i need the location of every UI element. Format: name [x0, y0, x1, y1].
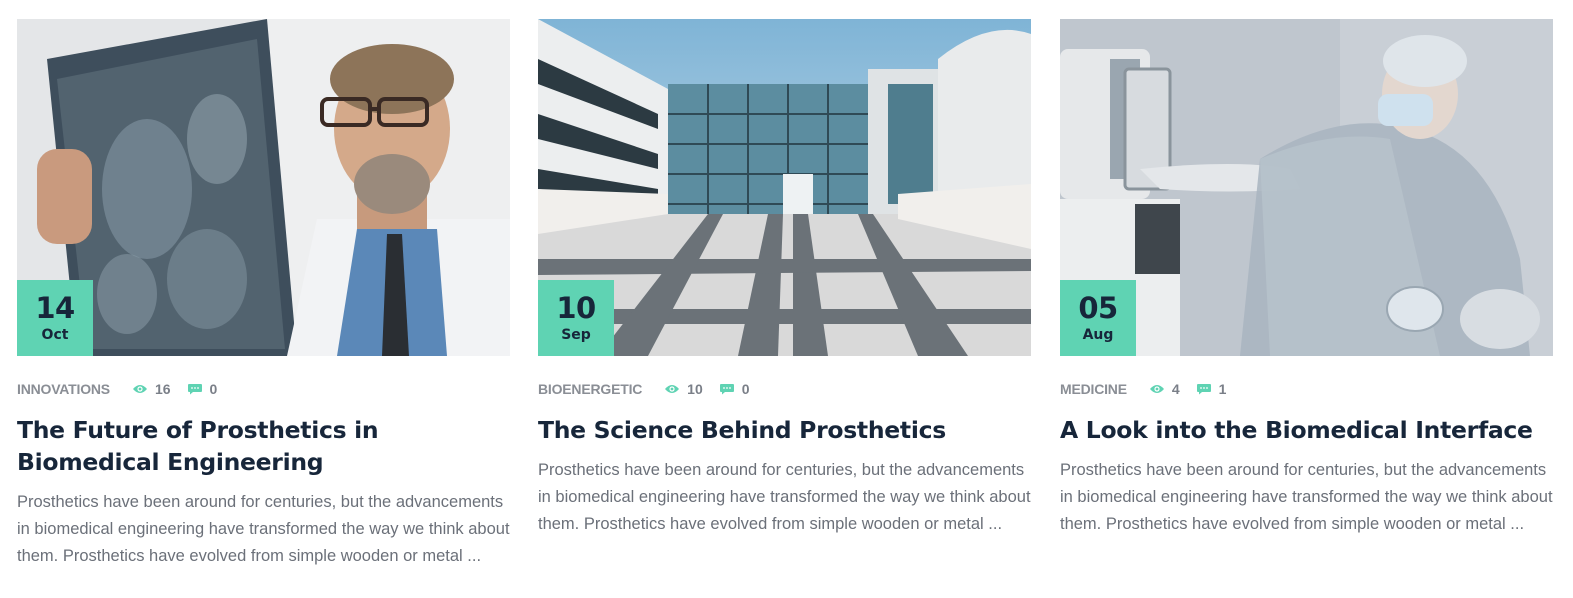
post-comments-count: 0	[209, 381, 218, 397]
post-thumbnail-link[interactable]: 05 Aug	[1060, 19, 1553, 356]
eye-icon	[132, 383, 148, 395]
post-comments-count: 0	[741, 381, 750, 397]
post-comments: 1	[1196, 381, 1227, 397]
post-meta: BIOENERGETIC 10 0	[538, 380, 1031, 398]
post-title-link[interactable]: The Future of Prosthetics in Biomedical …	[17, 414, 510, 478]
post-excerpt: Prosthetics have been around for centuri…	[17, 493, 510, 565]
post-title-link[interactable]: The Science Behind Prosthetics	[538, 414, 1031, 446]
post-comments: 0	[187, 381, 218, 397]
post-date-month: Sep	[561, 327, 591, 343]
post-card: 14 Oct INNOVATIONS 16 0 The Future of Pr…	[17, 19, 510, 570]
post-date-month: Oct	[41, 327, 69, 343]
eye-icon	[664, 383, 680, 395]
post-category-link[interactable]: BIOENERGETIC	[538, 381, 642, 397]
post-category-link[interactable]: INNOVATIONS	[17, 381, 110, 397]
post-views-count: 10	[687, 381, 703, 397]
post-meta: INNOVATIONS 16 0	[17, 380, 510, 398]
post-card: 05 Aug MEDICINE 4 1 A Look into the Biom…	[1060, 19, 1553, 538]
post-views-count: 16	[154, 381, 171, 397]
post-title-link[interactable]: A Look into the Biomedical Interface	[1060, 414, 1553, 446]
comment-icon	[1196, 383, 1212, 395]
comment-icon	[187, 383, 203, 395]
post-excerpt: Prosthetics have been around for centuri…	[538, 461, 1031, 533]
comment-icon	[719, 383, 735, 395]
post-date-day: 05	[1078, 291, 1118, 325]
post-thumbnail-link[interactable]: 10 Sep	[538, 19, 1031, 356]
post-comments: 0	[719, 381, 750, 397]
post-card: 10 Sep BIOENERGETIC 10 0 The Science Beh…	[538, 19, 1031, 538]
post-views: 16	[132, 381, 171, 397]
post-category-link[interactable]: MEDICINE	[1060, 381, 1127, 397]
post-date-day: 14	[35, 291, 75, 325]
post-date-month: Aug	[1082, 327, 1114, 343]
post-views-count: 4	[1171, 381, 1180, 397]
post-meta: MEDICINE 4 1	[1060, 380, 1553, 398]
post-comments-count: 1	[1218, 381, 1227, 397]
post-views: 4	[1149, 381, 1180, 397]
post-date-day: 10	[556, 291, 596, 325]
post-date-badge: 05 Aug	[1060, 280, 1136, 356]
post-thumbnail-link[interactable]: 14 Oct	[17, 19, 510, 356]
blog-post-grid: 14 Oct INNOVATIONS 16 0 The Future of Pr…	[0, 0, 1573, 598]
post-date-badge: 10 Sep	[538, 280, 614, 356]
post-views: 10	[664, 381, 703, 397]
eye-icon	[1149, 383, 1165, 395]
post-excerpt: Prosthetics have been around for centuri…	[1060, 461, 1553, 533]
post-date-badge: 14 Oct	[17, 280, 93, 356]
